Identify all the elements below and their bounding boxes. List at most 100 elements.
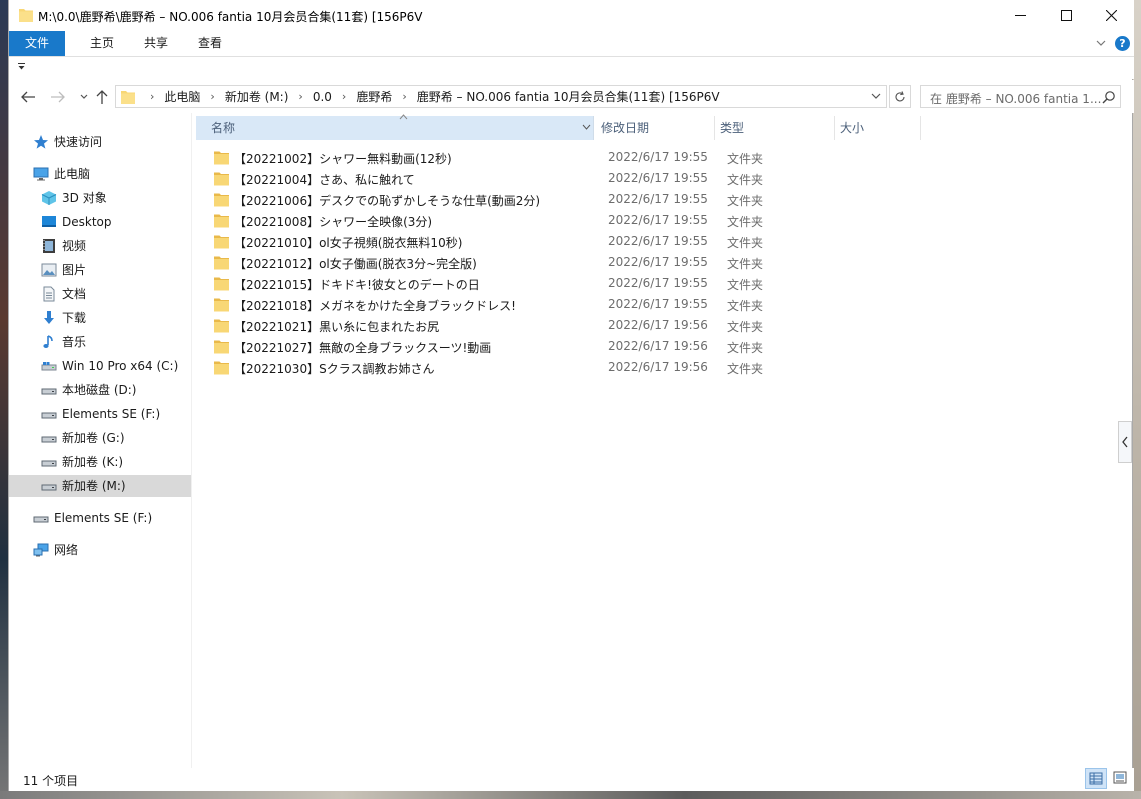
table-row[interactable]: 【20221015】ドキドキ!彼女とのデートの日 2022/6/17 19:55 文… [214, 273, 814, 294]
window-title: M:\0.0\鹿野希\鹿野希 – NO.006 fantia 10月会员合集(1… [38, 10, 423, 24]
column-divider[interactable] [714, 116, 715, 140]
table-row[interactable]: 【20221030】Sクラス調教お姉さん 2022/6/17 19:56 文件夹 [214, 357, 814, 378]
file-type: 文件夹 [727, 278, 764, 292]
chevron-right-icon[interactable]: › [332, 90, 356, 103]
breadcrumb-folder-0-0[interactable]: 0.0 [313, 90, 332, 104]
breadcrumb-folder-parent[interactable]: 鹿野希 [356, 88, 392, 105]
desktop-background-right [1133, 0, 1141, 799]
table-row[interactable]: 【20221018】メガネをかけた全身ブラックドレス! 2022/6/17 19:… [214, 294, 814, 315]
breadcrumb-drive-m[interactable]: 新加卷 (M:) [225, 88, 289, 105]
file-date: 2022/6/17 19:55 [608, 171, 708, 185]
table-row[interactable]: 【20221010】ol女子視頻(脱衣無料10秒) 2022/6/17 19:55… [214, 231, 814, 252]
address-bar[interactable]: › 此电脑 › 新加卷 (M:) › 0.0 › 鹿野希 › 鹿野希 – NO.… [115, 85, 887, 108]
sidebar-item-pictures[interactable]: 图片 [9, 259, 191, 281]
sidebar-item-desktop[interactable]: Desktop [9, 211, 191, 233]
file-date: 2022/6/17 19:56 [608, 318, 708, 332]
sidebar-item-label: 文档 [62, 287, 87, 301]
column-header-type[interactable]: 类型 [720, 116, 833, 140]
customize-toolbar-icon[interactable] [17, 62, 26, 71]
tab-share[interactable]: 共享 [130, 31, 182, 56]
recent-locations-icon[interactable] [75, 88, 93, 106]
address-history-icon[interactable] [871, 89, 881, 103]
folder-icon [214, 151, 229, 165]
maximize-button[interactable] [1043, 0, 1089, 31]
folder-icon [214, 319, 229, 333]
table-row[interactable]: 【20221004】さあ、私に触れて 2022/6/17 19:55 文件夹 [214, 168, 814, 189]
search-box[interactable]: 在 鹿野希 – NO.006 fantia 1... [920, 85, 1121, 108]
navigation-bar: › 此电脑 › 新加卷 (M:) › 0.0 › 鹿野希 › 鹿野希 – NO.… [9, 80, 1134, 113]
sidebar-item-drive-f[interactable]: Elements SE (F:) [9, 403, 191, 425]
column-divider[interactable] [834, 116, 835, 140]
back-arrow-icon[interactable] [19, 88, 37, 106]
breadcrumb-this-pc[interactable]: 此电脑 [164, 88, 200, 105]
sidebar-item-music[interactable]: 音乐 [9, 331, 191, 353]
file-date: 2022/6/17 19:56 [608, 339, 708, 353]
file-name: 【20221015】ドキドキ!彼女とのデートの日 [234, 278, 480, 292]
sidebar-item-external-drive[interactable]: Elements SE (F:) [9, 507, 191, 529]
sidebar-item-documents[interactable]: 文档 [9, 283, 191, 305]
music-icon [43, 335, 53, 348]
sidebar-item-drive-g[interactable]: 新加卷 (G:) [9, 427, 191, 449]
tab-home[interactable]: 主页 [76, 31, 128, 56]
chevron-right-icon[interactable]: › [288, 90, 312, 103]
sidebar-item-label: 视频 [62, 239, 87, 253]
column-header-label: 名称 [211, 121, 236, 135]
column-divider[interactable] [920, 116, 921, 140]
table-row[interactable]: 【20221012】ol女子働画(脱衣3分~完全版) 2022/6/17 19:5… [214, 252, 814, 273]
sidebar-item-this-pc[interactable]: 此电脑 [9, 163, 191, 185]
file-name: 【20221004】さあ、私に触れて [234, 173, 415, 187]
file-date: 2022/6/17 19:56 [608, 360, 708, 374]
star-icon [34, 135, 48, 149]
details-pane-toggle[interactable] [1118, 421, 1132, 463]
details-view-button[interactable] [1085, 768, 1107, 789]
column-header-name[interactable]: 名称 [196, 114, 594, 140]
close-button[interactable] [1088, 0, 1134, 31]
sidebar-item-network[interactable]: 网络 [9, 539, 191, 561]
file-date: 2022/6/17 19:55 [608, 213, 708, 227]
chevron-left-icon [1122, 436, 1128, 448]
sidebar-item-quick-access[interactable]: 快速访问 [9, 131, 191, 153]
file-date: 2022/6/17 19:55 [608, 192, 708, 206]
file-date: 2022/6/17 19:55 [608, 297, 708, 311]
table-row[interactable]: 【20221006】デスクでの恥ずかしそうな仕草(動画2分) 2022/6/17 … [214, 189, 814, 210]
sidebar-item-label: 图片 [62, 263, 87, 277]
chevron-right-icon[interactable]: › [140, 90, 164, 103]
sidebar-item-videos[interactable]: 视频 [9, 235, 191, 257]
file-name: 【20221002】シャワー無料動画(12秒) [234, 152, 452, 166]
table-row[interactable]: 【20221008】シャワー全映像(3分) 2022/6/17 19:55 文件夹 [214, 210, 814, 231]
minimize-button[interactable] [997, 0, 1043, 31]
search-icon[interactable] [1102, 90, 1116, 104]
up-arrow-icon[interactable] [93, 88, 111, 106]
refresh-button[interactable] [889, 85, 911, 108]
breadcrumb-current-folder[interactable]: 鹿野希 – NO.006 fantia 10月会员合集(11套) [156P6V [417, 88, 720, 105]
chevron-right-icon[interactable]: › [200, 90, 224, 103]
item-count: 11 个项目 [23, 774, 79, 788]
table-row[interactable]: 【20221027】無敵の全身ブラックスーツ!動画 2022/6/17 19:56… [214, 336, 814, 357]
tab-file[interactable]: 文件 [9, 31, 65, 56]
sidebar-item-drive-m[interactable]: 新加卷 (M:) [9, 475, 191, 497]
file-type: 文件夹 [727, 320, 764, 334]
sort-ascending-icon [399, 114, 408, 120]
sidebar-item-downloads[interactable]: 下载 [9, 307, 191, 329]
sidebar-item-3d-objects[interactable]: 3D 对象 [9, 187, 191, 209]
forward-arrow-icon[interactable] [49, 88, 67, 106]
large-icons-view-button[interactable] [1110, 768, 1132, 789]
chevron-right-icon[interactable]: › [392, 90, 416, 103]
sidebar-item-label: 新加卷 (M:) [62, 479, 126, 493]
title-bar[interactable]: M:\0.0\鹿野希\鹿野希 – NO.006 fantia 10月会员合集(1… [9, 0, 1134, 31]
column-header-date[interactable]: 修改日期 [601, 116, 714, 140]
search-input[interactable]: 在 鹿野希 – NO.006 fantia 1... [930, 90, 1102, 107]
sidebar-item-drive-k[interactable]: 新加卷 (K:) [9, 451, 191, 473]
file-type: 文件夹 [727, 299, 764, 313]
tab-view[interactable]: 查看 [184, 31, 236, 56]
table-row[interactable]: 【20221002】シャワー無料動画(12秒) 2022/6/17 19:55 文件… [214, 147, 814, 168]
chevron-down-icon[interactable] [582, 124, 591, 130]
column-header-size[interactable]: 大小 [840, 116, 919, 140]
table-row[interactable]: 【20221021】黒い糸に包まれたお尻 2022/6/17 19:56 文件夹 [214, 315, 814, 336]
help-icon[interactable]: ? [1115, 36, 1130, 51]
sidebar-item-drive-c[interactable]: Win 10 Pro x64 (C:) [9, 355, 191, 377]
sidebar-item-label: 音乐 [62, 335, 87, 349]
sidebar-item-drive-d[interactable]: 本地磁盘 (D:) [9, 379, 191, 401]
file-type: 文件夹 [727, 341, 764, 355]
chevron-down-icon[interactable] [1095, 36, 1107, 50]
